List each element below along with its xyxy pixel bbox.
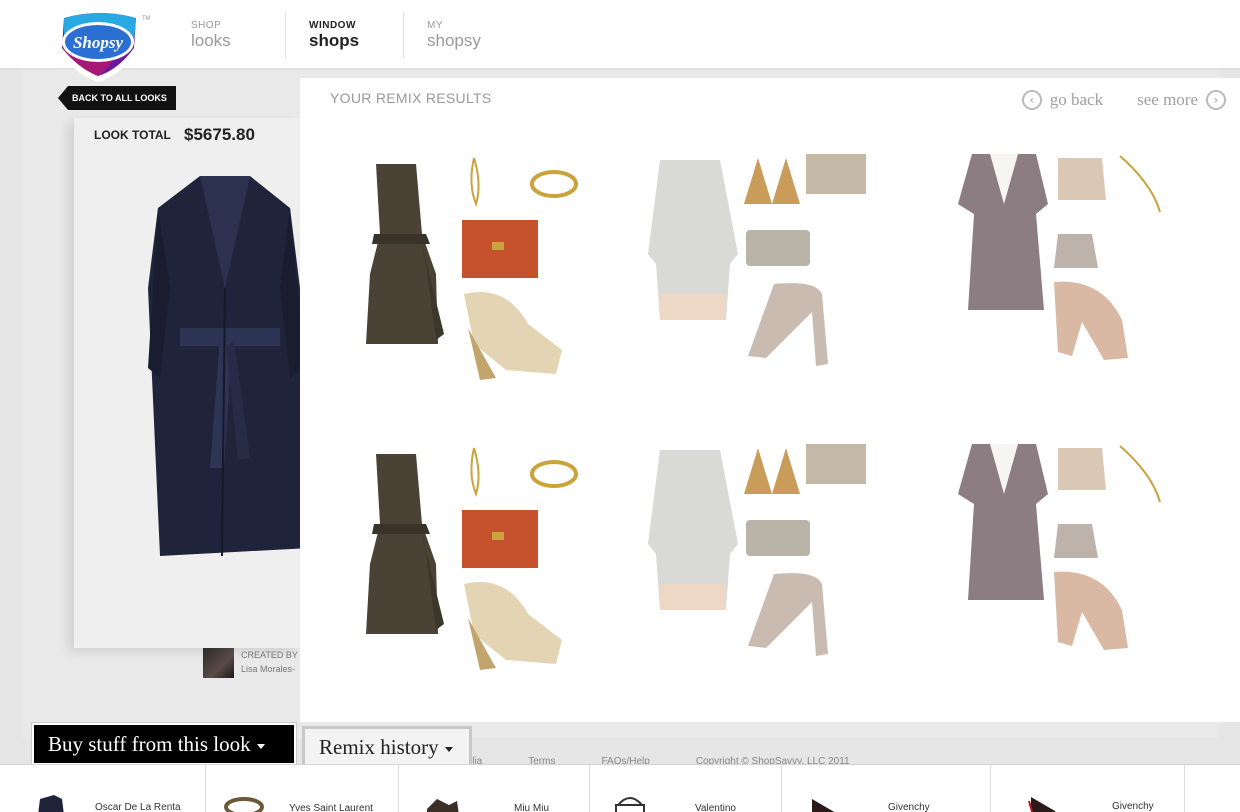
remix-outfit-1[interactable] <box>356 144 596 384</box>
strip-item[interactable]: Miu Miu <box>399 765 590 812</box>
strip-item[interactable]: Yves Saint Laurent <box>206 765 399 812</box>
go-back-link[interactable]: ‹ go back <box>1021 90 1111 110</box>
nav-my-shopsy[interactable]: MY shopsy <box>404 12 522 58</box>
product-thumb <box>615 797 645 812</box>
nav-big-label: shops <box>309 31 360 50</box>
strip-item[interactable]: Givenchy <box>782 765 991 812</box>
nav-big-label: looks <box>191 31 231 50</box>
nav-big-label: shopsy <box>427 31 481 50</box>
caret-down-icon <box>256 743 265 749</box>
product-thumb <box>812 799 835 812</box>
product-thumb <box>1028 797 1056 812</box>
logo-text: Shopsy <box>73 33 124 52</box>
nav-small-label: MY <box>427 20 443 31</box>
strip-item[interactable]: Oscar De La Renta <box>0 765 206 812</box>
strip-item-label: Oscar De La Renta <box>95 802 181 812</box>
strip-item-label: Givenchy <box>888 802 930 812</box>
main-nav: SHOP looks WINDOW shops MY shopsy <box>168 12 522 58</box>
shopsy-logo[interactable]: Shopsy TM <box>50 6 150 84</box>
svg-text:TM: TM <box>142 16 150 22</box>
see-more-label: see more <box>1137 90 1198 109</box>
remix-results-title: YOUR REMIX RESULTS <box>330 90 492 106</box>
product-thumb <box>224 797 264 812</box>
product-strip: Oscar De La Renta Yves Saint Laurent Miu… <box>0 764 1240 812</box>
buy-stuff-tab[interactable]: Buy stuff from this look <box>31 722 297 766</box>
creator-avatar[interactable] <box>203 648 234 678</box>
arrow-right-icon: › <box>1206 90 1226 110</box>
buy-stuff-label: Buy stuff from this look <box>48 732 251 756</box>
nav-shop-looks[interactable]: SHOP looks <box>168 12 286 58</box>
nav-small-label: WINDOW <box>309 20 356 31</box>
caret-down-icon <box>444 746 453 752</box>
remix-history-label: Remix history <box>319 735 439 759</box>
remix-results-panel: YOUR REMIX RESULTS ‹ go back see more › <box>300 78 1240 722</box>
see-more-link[interactable]: see more › <box>1129 90 1226 110</box>
nav-window-shops[interactable]: WINDOW shops <box>286 12 404 58</box>
strip-item-label: Givenchy <box>1112 801 1154 812</box>
created-by-label: CREATED BY <box>241 650 298 660</box>
remix-outfit-3[interactable] <box>952 144 1192 384</box>
navy-robe-image[interactable] <box>140 168 310 568</box>
go-back-label: go back <box>1049 90 1104 109</box>
product-thumb <box>427 799 459 812</box>
look-total-label: LOOK TOTAL <box>94 128 171 142</box>
look-total-value: $5675.80 <box>184 125 255 144</box>
remix-outfit-5[interactable] <box>646 434 886 674</box>
remix-outfit-6[interactable] <box>952 434 1192 674</box>
arrow-left-icon: ‹ <box>1021 90 1042 110</box>
remix-outfit-4[interactable] <box>356 434 596 674</box>
remix-outfit-2[interactable] <box>646 144 886 384</box>
strip-item-label: Yves Saint Laurent <box>289 803 373 812</box>
creator-name[interactable]: Lisa Morales- <box>241 664 295 674</box>
strip-item-label: Miu Miu <box>514 803 550 812</box>
remix-pager: ‹ go back see more › <box>1021 90 1226 110</box>
back-to-all-looks-button[interactable]: BACK TO ALL LOOKS <box>58 86 176 110</box>
strip-item[interactable]: Valentino <box>590 765 782 812</box>
strip-item-label: Valentino <box>695 803 736 812</box>
remix-history-tab[interactable]: Remix history <box>302 726 472 766</box>
product-thumb <box>38 795 64 812</box>
top-header: SHOP looks WINDOW shops MY shopsy <box>0 0 1240 68</box>
nav-small-label: SHOP <box>191 20 222 31</box>
strip-item[interactable]: Givenchy <box>991 765 1185 812</box>
